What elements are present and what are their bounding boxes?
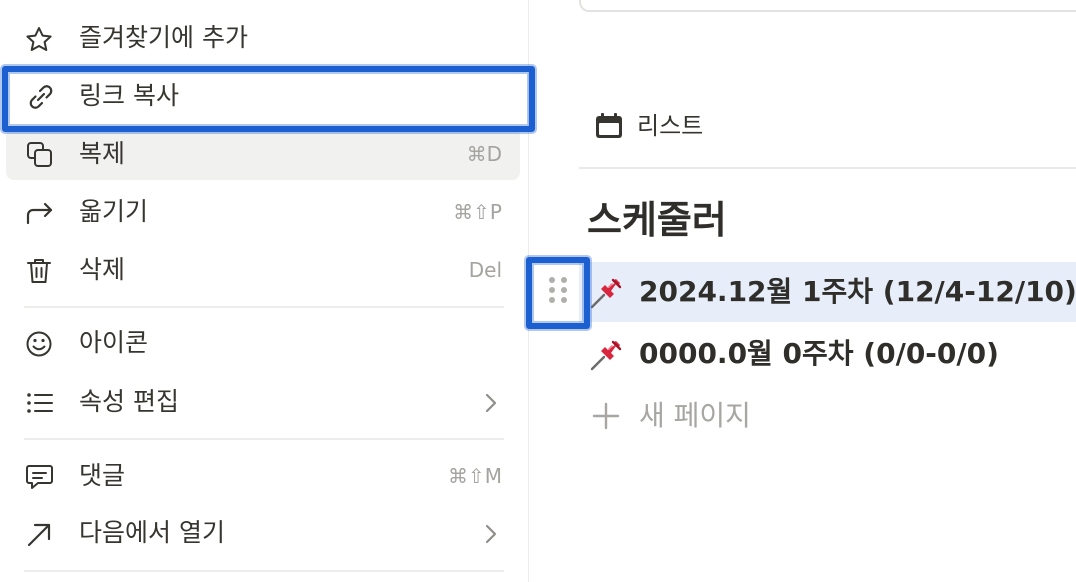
shortcut-label: ⌘D (466, 142, 502, 166)
menu-item-label: 속성 편집 (79, 387, 179, 416)
chevron-right-icon (484, 392, 498, 414)
menu-item-label: 댓글 (79, 461, 126, 490)
menu-item-label: 링크 복사 (79, 81, 179, 110)
menu-item-delete[interactable]: 삭제 Del (6, 244, 520, 296)
menu-divider (24, 570, 504, 572)
database-page: 리스트 스케줄러 2024.12월 1주차 (12/4-12/10) 0000.… (529, 0, 1076, 582)
menu-item-label: 아이콘 (79, 328, 149, 357)
move-arrow-icon (24, 199, 58, 227)
calendar-icon (595, 112, 623, 140)
list-icon (24, 389, 58, 417)
menu-item-label: 옮기기 (79, 197, 149, 226)
drag-handle-icon[interactable] (544, 272, 572, 308)
menu-divider (24, 306, 504, 308)
menu-item-icon[interactable]: 아이콘 (6, 317, 520, 369)
list-item-title: 2024.12월 1주차 (12/4-12/10) (639, 275, 1076, 308)
duplicate-icon (24, 141, 58, 169)
menu-item-edit-properties[interactable]: 속성 편집 (6, 376, 520, 428)
menu-item-add-to-favorites[interactable]: 즐겨찾기에 추가 (6, 12, 520, 64)
menu-item-comment[interactable]: 댓글 ⌘⇧M (6, 450, 520, 502)
trash-icon (24, 257, 58, 285)
group-title: 스케줄러 (587, 198, 727, 242)
menu-item-open-in[interactable]: 다음에서 열기 (6, 507, 520, 559)
comment-icon (24, 463, 58, 491)
shortcut-label: Del (468, 258, 502, 282)
menu-item-duplicate[interactable]: 복제 ⌘D (6, 128, 520, 180)
list-item[interactable]: 2024.12월 1주차 (12/4-12/10) (579, 262, 1076, 322)
list-item-title: 0000.0월 0주차 (0/0-0/0) (639, 337, 999, 370)
new-page-label: 새 페이지 (639, 399, 751, 432)
pushpin-icon (589, 274, 625, 310)
smiley-icon (24, 330, 58, 358)
menu-item-move[interactable]: 옮기기 ⌘⇧P (6, 186, 520, 238)
link-icon (24, 83, 58, 111)
menu-item-label: 복제 (79, 139, 126, 168)
search-box[interactable] (579, 0, 1076, 12)
menu-divider (24, 438, 504, 440)
menu-item-label: 즐겨찾기에 추가 (79, 23, 248, 52)
plus-icon (591, 401, 621, 431)
open-external-arrow-icon (24, 520, 58, 548)
context-menu: 즐겨찾기에 추가 링크 복사 복제 ⌘D 옮기기 ⌘⇧P 삭제 Del 아이콘 … (0, 0, 528, 582)
shortcut-label: ⌘⇧M (447, 464, 502, 488)
list-item[interactable]: 0000.0월 0주차 (0/0-0/0) (579, 324, 1076, 384)
menu-item-label: 삭제 (79, 255, 126, 284)
star-icon (24, 25, 58, 53)
menu-item-label: 다음에서 열기 (79, 518, 225, 547)
view-tab-label: 리스트 (637, 112, 704, 140)
menu-item-copy-link[interactable]: 링크 복사 (6, 70, 520, 122)
view-divider (579, 167, 1076, 169)
chevron-right-icon (484, 523, 498, 545)
pushpin-icon (589, 336, 625, 372)
shortcut-label: ⌘⇧P (453, 200, 502, 224)
